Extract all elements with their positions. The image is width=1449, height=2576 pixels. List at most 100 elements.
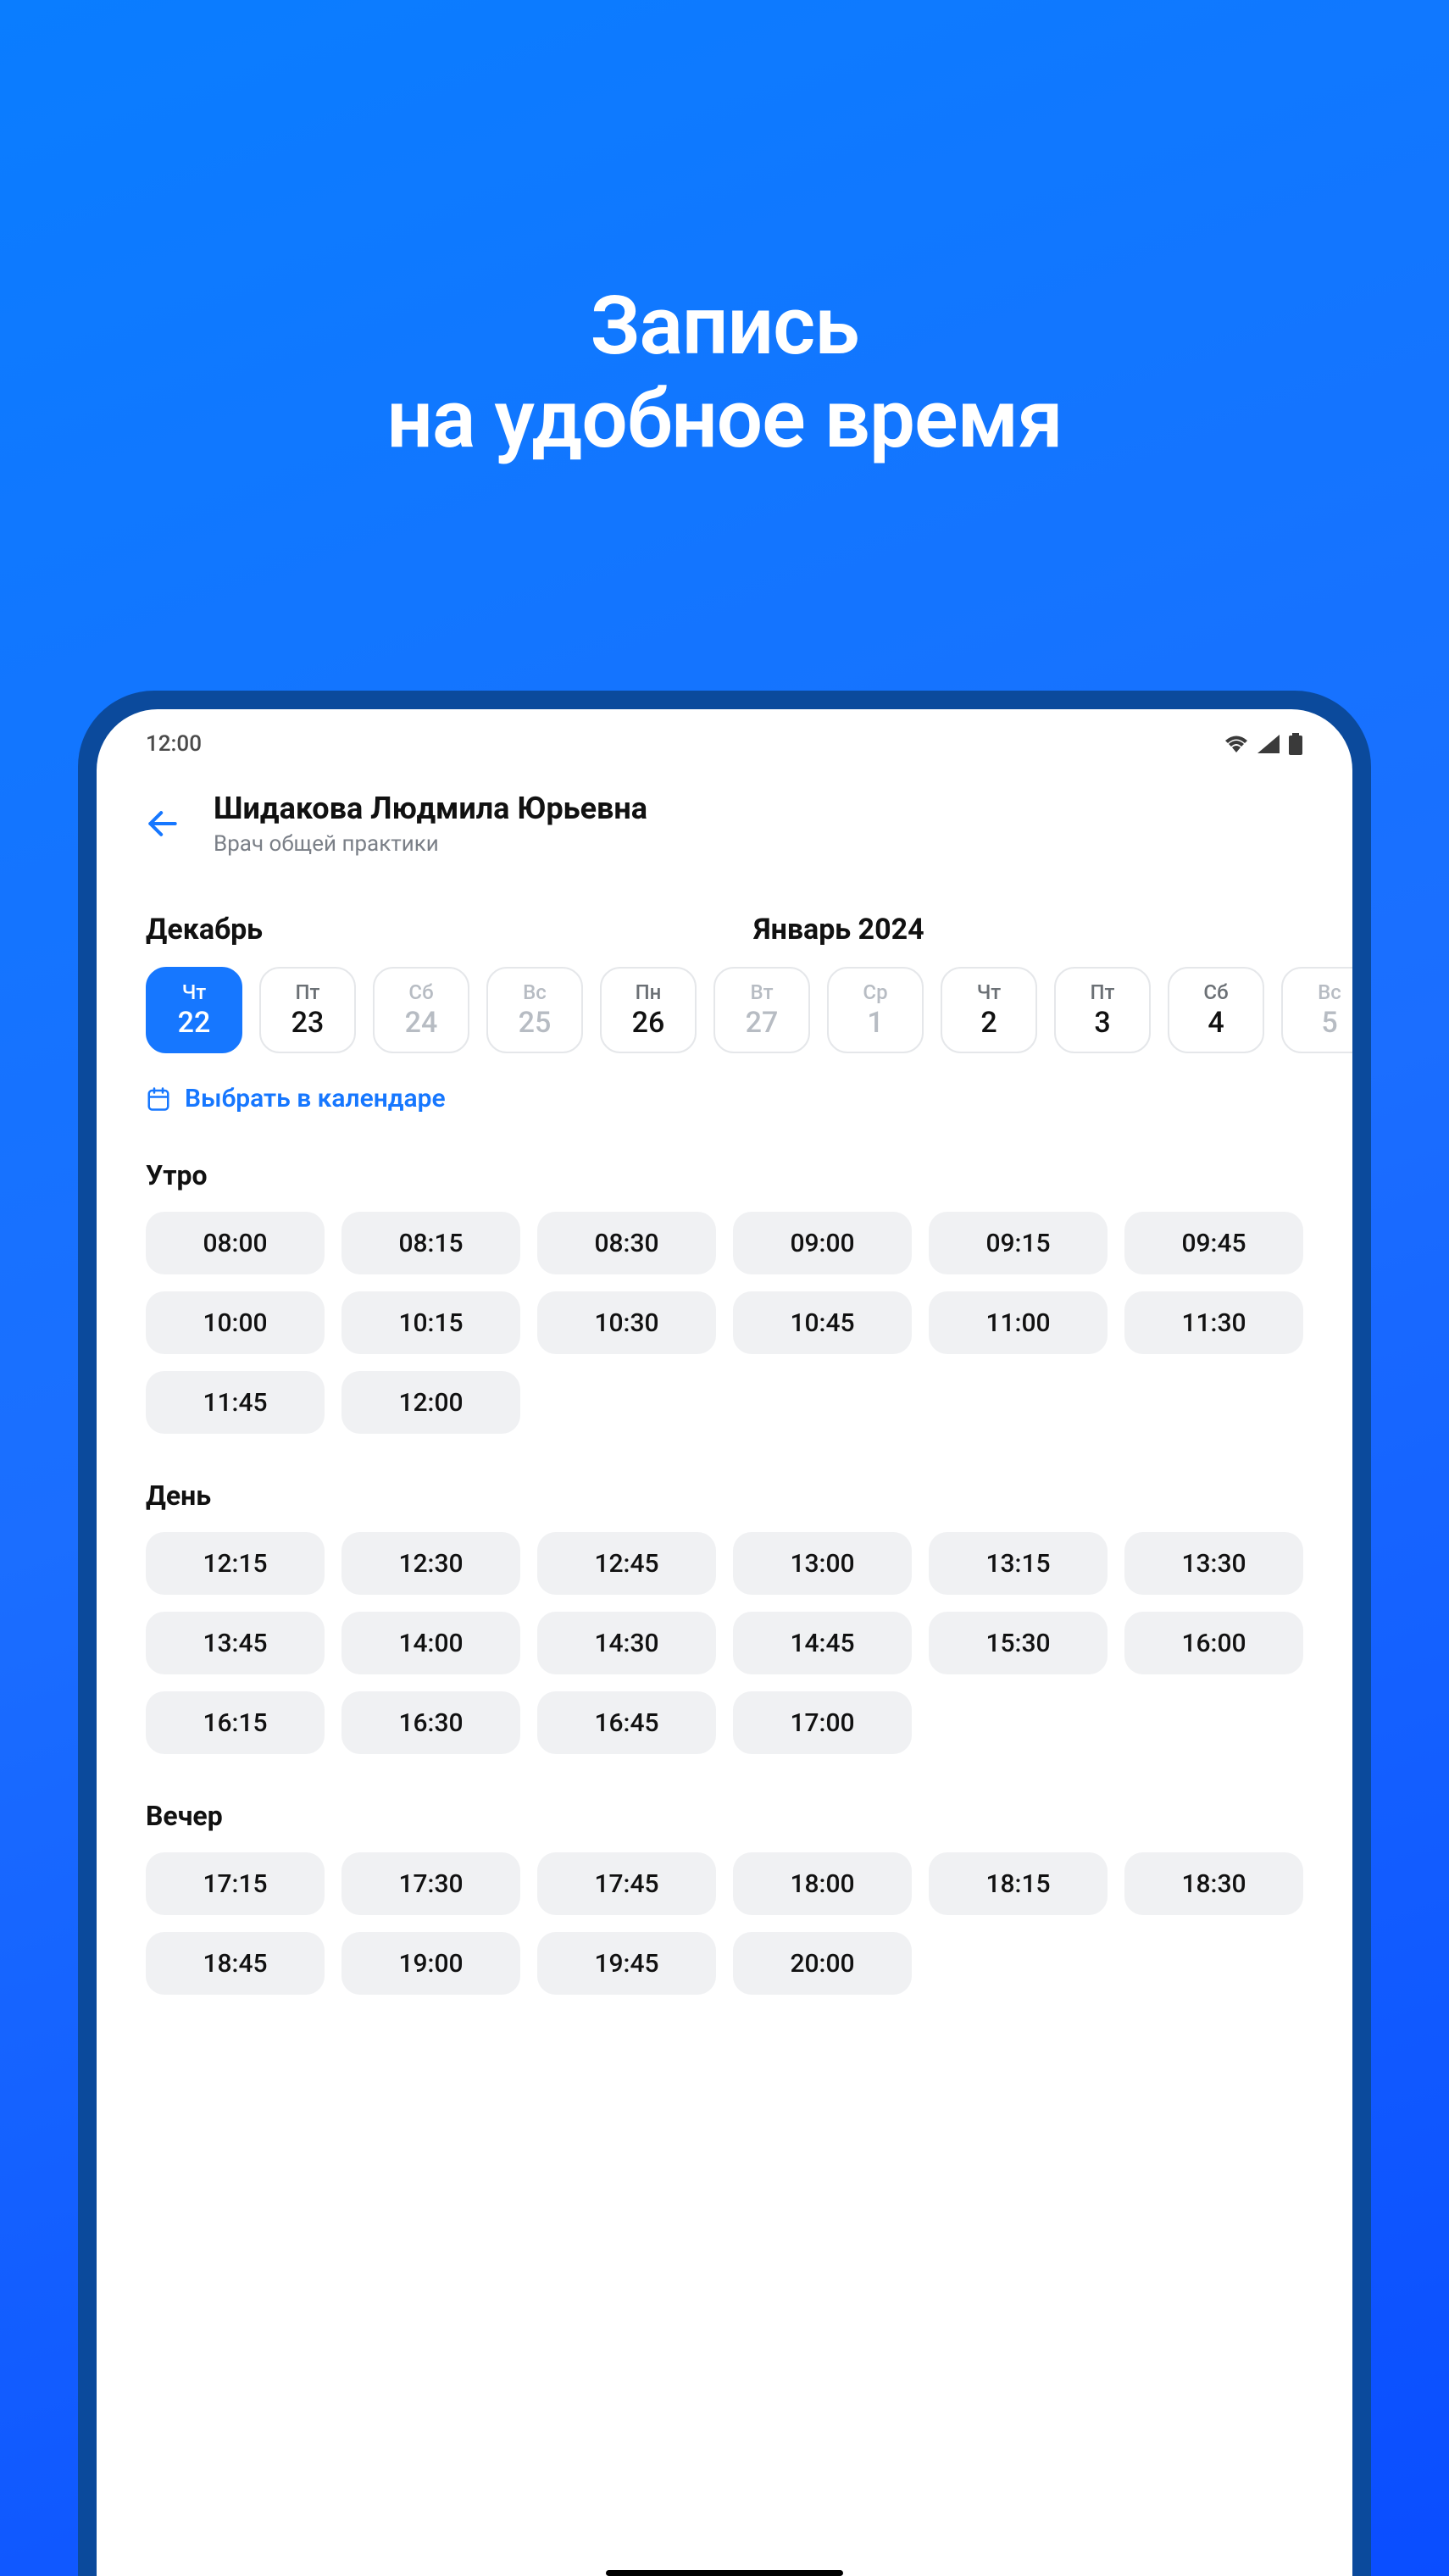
time-slot[interactable]: 11:30 [1124, 1291, 1303, 1354]
date-num: 25 [519, 1006, 552, 1040]
time-slot[interactable]: 16:15 [146, 1691, 325, 1754]
time-slot[interactable]: 20:00 [733, 1932, 912, 1995]
date-dow: Чт [182, 980, 207, 1004]
date-dow: Вт [750, 980, 773, 1004]
date-num: 3 [1094, 1006, 1110, 1040]
date-pill: Вт27 [713, 967, 810, 1053]
time-slot[interactable]: 12:30 [341, 1532, 520, 1595]
arrow-left-icon [144, 805, 181, 842]
app-screen: 12:00 Шидакова Людмила Юрьевна Врач обще… [97, 709, 1352, 2576]
time-slot[interactable]: 13:00 [733, 1532, 912, 1595]
date-num: 27 [746, 1006, 779, 1040]
date-dow: Пт [1091, 980, 1115, 1004]
slot-grid: 12:15 12:30 12:45 13:00 13:15 13:30 13:45 14:00… [146, 1532, 1303, 1754]
time-slot[interactable]: 16:45 [537, 1691, 716, 1754]
section-title: Вечер [146, 1800, 1303, 1832]
date-dow: Вс [1318, 980, 1341, 1004]
time-slot[interactable]: 18:45 [146, 1932, 325, 1995]
time-slot[interactable]: 09:00 [733, 1212, 912, 1274]
month-left: Декабрь [146, 913, 375, 947]
time-slot[interactable]: 17:00 [733, 1691, 912, 1754]
date-pill: Сб24 [373, 967, 469, 1053]
time-slot[interactable]: 10:30 [537, 1291, 716, 1354]
date-dow: Чт [977, 980, 1002, 1004]
doctor-block: Шидакова Людмила Юрьевна Врач общей прак… [214, 791, 647, 857]
app-header: Шидакова Людмила Юрьевна Врач общей прак… [97, 772, 1352, 857]
date-num: 1 [867, 1006, 883, 1040]
status-icons [1224, 733, 1303, 755]
hero-line-1: Запись [0, 280, 1449, 373]
month-right: Январь 2024 [375, 913, 1303, 947]
time-slot[interactable]: 17:45 [537, 1852, 716, 1915]
date-num: 23 [291, 1006, 325, 1040]
hero-title: Запись на удобное время [0, 0, 1449, 467]
time-slot[interactable]: 18:30 [1124, 1852, 1303, 1915]
date-pill[interactable]: Пт3 [1054, 967, 1151, 1053]
battery-icon [1288, 733, 1303, 755]
section-title: День [146, 1480, 1303, 1512]
date-dow: Вс [523, 980, 547, 1004]
time-slot[interactable]: 19:45 [537, 1932, 716, 1995]
date-dow: Ср [863, 980, 887, 1004]
time-slot[interactable]: 10:45 [733, 1291, 912, 1354]
time-slot[interactable]: 11:45 [146, 1371, 325, 1434]
months-row: Декабрь Январь 2024 [97, 857, 1352, 947]
date-num: 2 [980, 1006, 997, 1040]
date-num: 24 [405, 1006, 438, 1040]
time-slot[interactable]: 18:15 [929, 1852, 1108, 1915]
time-slot[interactable]: 08:15 [341, 1212, 520, 1274]
date-pill[interactable]: Пт23 [259, 967, 356, 1053]
time-slot[interactable]: 17:15 [146, 1852, 325, 1915]
time-slot[interactable]: 15:30 [929, 1612, 1108, 1674]
time-slot[interactable]: 10:15 [341, 1291, 520, 1354]
date-pill[interactable]: Чт2 [941, 967, 1037, 1053]
time-slot[interactable]: 09:45 [1124, 1212, 1303, 1274]
date-dow: Сб [408, 980, 433, 1004]
date-pill[interactable]: Чт22 [146, 967, 242, 1053]
slot-grid: 08:00 08:15 08:30 09:00 09:15 09:45 10:00 10:15… [146, 1212, 1303, 1434]
time-slot[interactable]: 14:00 [341, 1612, 520, 1674]
date-num: 4 [1208, 1006, 1224, 1040]
section-title: Утро [146, 1159, 1303, 1191]
time-slot[interactable]: 19:00 [341, 1932, 520, 1995]
time-slot[interactable]: 13:45 [146, 1612, 325, 1674]
time-slot[interactable]: 17:30 [341, 1852, 520, 1915]
status-time: 12:00 [146, 731, 202, 757]
time-slot[interactable]: 14:30 [537, 1612, 716, 1674]
date-pill: Вс5 [1281, 967, 1352, 1053]
slot-grid: 17:15 17:30 17:45 18:00 18:15 18:30 18:45 19:00… [146, 1852, 1303, 1995]
time-slot[interactable]: 16:30 [341, 1691, 520, 1754]
back-button[interactable] [139, 800, 186, 847]
time-slot[interactable]: 10:00 [146, 1291, 325, 1354]
time-slot[interactable]: 14:45 [733, 1612, 912, 1674]
time-section: День12:1512:3012:4513:0013:1513:3013:451… [97, 1434, 1352, 1754]
home-indicator[interactable] [606, 2570, 843, 2576]
time-slot[interactable]: 13:30 [1124, 1532, 1303, 1595]
signal-icon [1257, 735, 1280, 753]
device-frame: 12:00 Шидакова Людмила Юрьевна Врач обще… [78, 691, 1371, 2576]
date-num: 22 [178, 1006, 211, 1040]
date-dow: Пт [296, 980, 320, 1004]
date-pill[interactable]: Сб4 [1168, 967, 1264, 1053]
date-scroller[interactable]: Чт22Пт23Сб24Вс25Пн26Вт27Ср1Чт2Пт3Сб4Вс5 [97, 947, 1352, 1053]
date-dow: Сб [1203, 980, 1228, 1004]
time-slot[interactable]: 16:00 [1124, 1612, 1303, 1674]
date-num: 26 [632, 1006, 665, 1040]
time-slot[interactable]: 08:00 [146, 1212, 325, 1274]
time-slot[interactable]: 12:00 [341, 1371, 520, 1434]
doctor-spec: Врач общей практики [214, 831, 647, 857]
time-slot[interactable]: 12:45 [537, 1532, 716, 1595]
time-slot[interactable]: 18:00 [733, 1852, 912, 1915]
time-slot[interactable]: 09:15 [929, 1212, 1108, 1274]
calendar-link[interactable]: Выбрать в календаре [97, 1053, 1352, 1113]
time-slot[interactable]: 13:15 [929, 1532, 1108, 1595]
time-slot[interactable]: 12:15 [146, 1532, 325, 1595]
time-slot[interactable]: 11:00 [929, 1291, 1108, 1354]
hero-line-2: на удобное время [0, 373, 1449, 466]
date-pill: Вс25 [486, 967, 583, 1053]
time-slot[interactable]: 08:30 [537, 1212, 716, 1274]
date-pill[interactable]: Пн26 [600, 967, 697, 1053]
date-pill: Ср1 [827, 967, 924, 1053]
calendar-link-label: Выбрать в календаре [185, 1084, 446, 1113]
wifi-icon [1224, 735, 1249, 753]
